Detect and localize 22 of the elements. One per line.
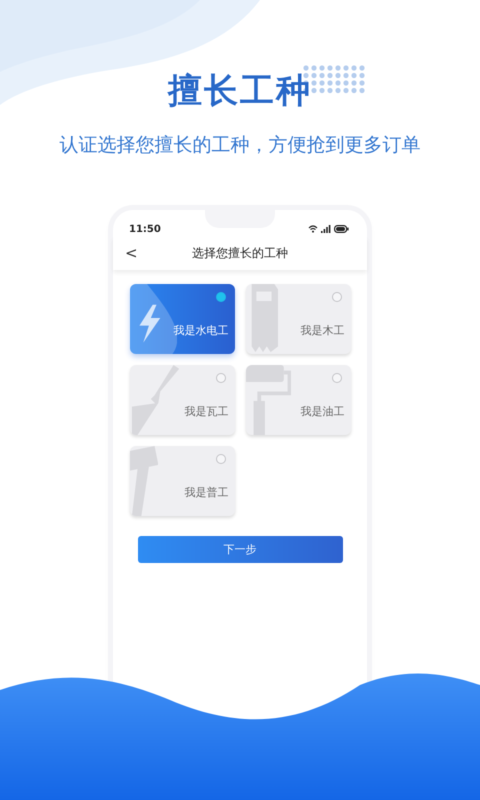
subtitle: 认证选择您擅长的工种，方便抢到更多订单 [60, 133, 420, 158]
trade-card[interactable]: 我是普工 [130, 446, 234, 516]
radio-indicator [332, 292, 342, 302]
radio-indicator [216, 373, 226, 383]
wifi-icon [308, 225, 318, 233]
headline: 擅长工种 [168, 70, 312, 113]
radio-indicator [216, 454, 226, 464]
radio-indicator [332, 373, 342, 383]
trade-card[interactable]: 我是油工 [246, 365, 350, 435]
nav-title: 选择您擅长的工种 [192, 244, 288, 262]
signal-icon [321, 225, 331, 233]
radio-indicator [216, 292, 226, 302]
trowel-icon [130, 365, 178, 435]
trade-card[interactable]: 我是木工 [246, 284, 350, 354]
status-time: 11:50 [129, 224, 161, 234]
trade-card[interactable]: 我是水电工 [130, 284, 234, 354]
next-button[interactable]: 下一步 [138, 536, 342, 563]
back-button[interactable]: < [121, 243, 142, 263]
paint-roller-icon [246, 365, 290, 435]
trade-card[interactable]: 我是瓦工 [130, 365, 234, 435]
hammer-icon [130, 446, 158, 516]
battery-icon [334, 225, 349, 233]
